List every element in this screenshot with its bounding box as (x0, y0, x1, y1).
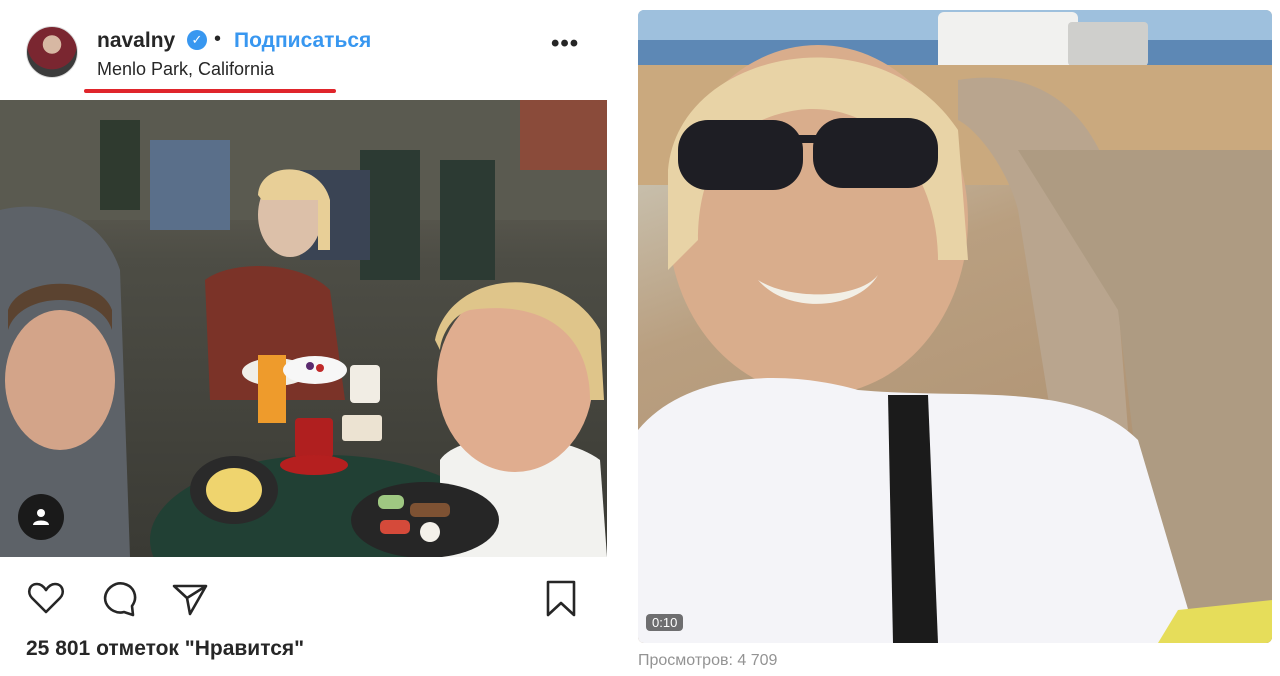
share-icon[interactable] (170, 578, 210, 618)
video-frame (638, 10, 1272, 643)
follow-button[interactable]: Подписаться (234, 29, 371, 53)
avatar[interactable] (26, 26, 78, 78)
highlight-underline (84, 89, 336, 93)
photo-illustration (0, 100, 607, 557)
heart-icon[interactable] (26, 578, 66, 618)
verified-badge-icon: ✓ (187, 30, 207, 50)
post-actions (0, 578, 607, 622)
username[interactable]: navalny (97, 29, 175, 53)
user-tag-button[interactable] (18, 494, 64, 540)
person-icon (33, 509, 49, 525)
comment-icon[interactable] (99, 578, 139, 618)
video-player[interactable] (638, 10, 1272, 643)
post-photo[interactable] (0, 100, 607, 557)
instagram-post: navalny ✓ • Подписаться ••• Menlo Park, … (0, 0, 607, 676)
separator-dot: • (214, 28, 222, 50)
likes-count[interactable]: 25 801 отметок "Нравится" (26, 637, 304, 661)
views-count: Просмотров: 4 709 (638, 652, 778, 669)
bookmark-icon[interactable] (541, 578, 581, 618)
video-duration: 0:10 (646, 614, 684, 631)
location-link[interactable]: Menlo Park, California (97, 59, 274, 80)
more-options-icon[interactable]: ••• (551, 30, 579, 58)
